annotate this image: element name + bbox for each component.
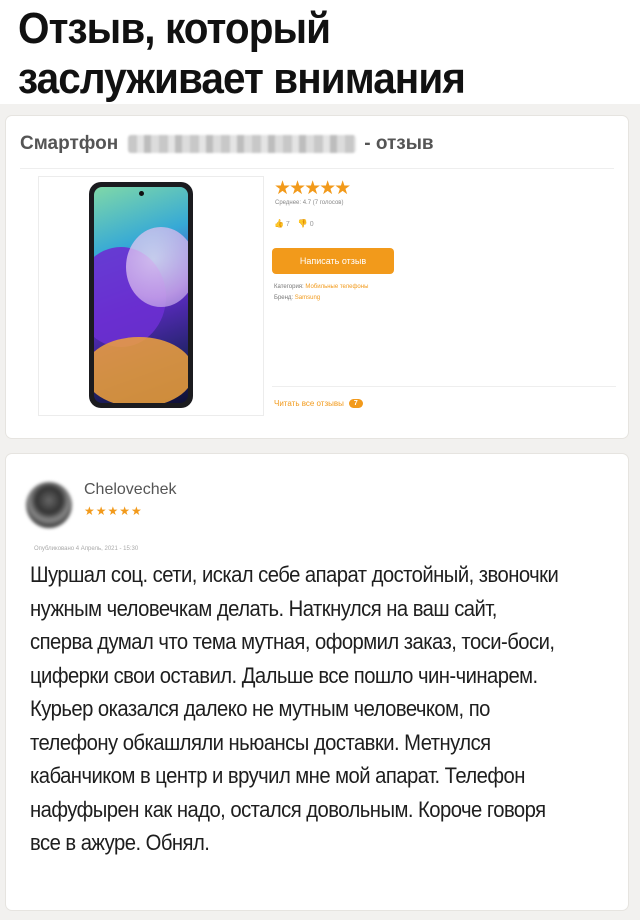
product-title-prefix: Смартфон — [20, 133, 119, 154]
phone-image — [89, 182, 193, 408]
average-rating: Среднее: 4.7 (7 голосов) — [275, 200, 344, 206]
avatar — [26, 482, 72, 528]
like-button[interactable]: 👍 7 — [274, 219, 290, 228]
category-label: Категория: — [274, 284, 304, 290]
likes-count: 7 — [285, 221, 290, 228]
product-card: Смартфон - отзыв ★★★★★ Среднее: 4.7 (7 го… — [6, 116, 628, 438]
blurred-product-name — [128, 134, 357, 153]
headline-title: Отзыв, который заслуживает внимания — [18, 4, 466, 103]
votes-row: 👍 7 👎 0 — [274, 219, 314, 228]
category-row: Категория: Мобильные телефоны — [274, 284, 368, 290]
thumbs-up-icon: 👍 — [274, 219, 284, 228]
review-body: Шуршал соц. сети, искал себе апарат дост… — [30, 558, 561, 860]
divider — [20, 168, 614, 169]
brand-link[interactable]: Samsung — [295, 295, 320, 301]
product-title: Смартфон - отзыв — [20, 133, 434, 157]
dislike-button[interactable]: 👎 0 — [298, 219, 314, 228]
brand-label: Бренд: — [274, 295, 294, 301]
review-card: Chelovechek ★★★★★ Опубликовано 4 Апрель,… — [6, 454, 628, 910]
dislikes-count: 0 — [309, 221, 314, 228]
review-paragraph: Курьер оказался далеко не мутным человеч… — [30, 696, 546, 855]
write-review-button[interactable]: Написать отзыв — [272, 248, 394, 274]
published-date: Опубликовано 4 Апрель, 2021 - 15:30 — [34, 546, 139, 552]
brand-row: Бренд: Samsung — [274, 295, 320, 301]
thumbs-down-icon: 👎 — [297, 219, 308, 228]
read-all-label: Читать все отзывы — [274, 399, 344, 408]
product-title-suffix: - отзыв — [364, 133, 434, 154]
rating-stars[interactable]: ★★★★★ — [274, 177, 351, 200]
review-stars: ★★★★★ — [84, 504, 143, 518]
review-paragraph: Шуршал соц. сети, искал себе апарат дост… — [30, 562, 559, 688]
read-all-reviews-link[interactable]: Читать все отзывы 7 — [274, 399, 363, 408]
headline-bar: Отзыв, который заслуживает внимания — [0, 0, 640, 104]
reviews-count-badge: 7 — [348, 399, 363, 408]
review-author[interactable]: Chelovechek — [84, 481, 177, 499]
product-image[interactable] — [38, 176, 264, 416]
category-link[interactable]: Мобильные телефоны — [305, 284, 368, 290]
divider — [272, 386, 616, 387]
